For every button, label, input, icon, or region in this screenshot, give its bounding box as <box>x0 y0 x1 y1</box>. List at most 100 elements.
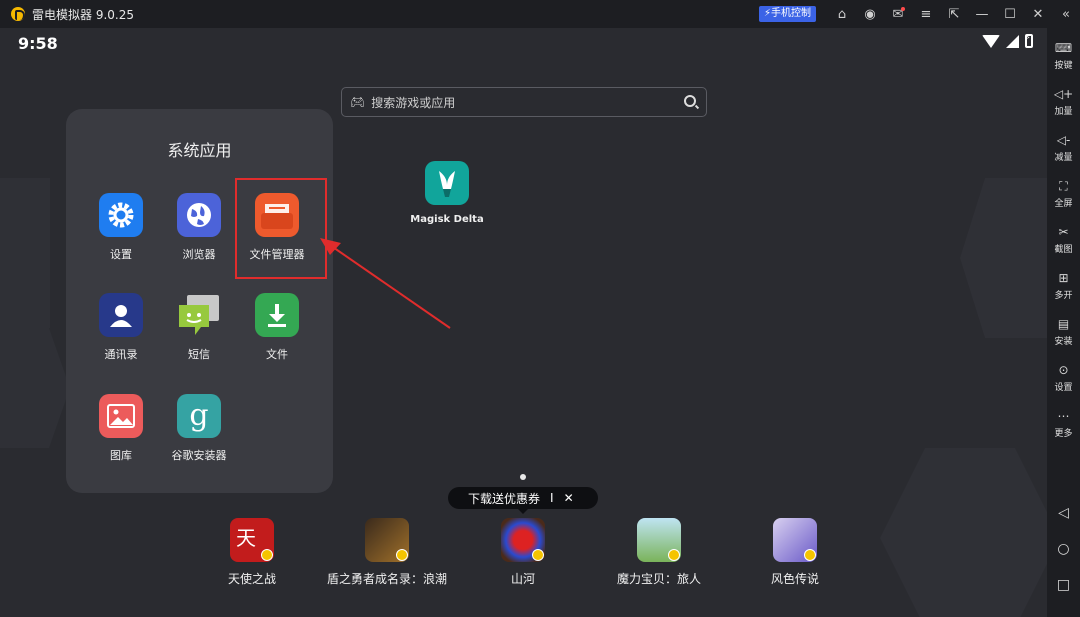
game-label: 天使之战 <box>227 572 276 586</box>
game-icon <box>501 518 545 562</box>
app-contacts[interactable]: 通讯录 <box>82 293 160 362</box>
badge-icon <box>668 549 680 561</box>
menu-icon[interactable]: ≡ <box>912 0 940 28</box>
app-label: Magisk Delta <box>410 214 484 225</box>
mail-icon[interactable]: ✉ <box>884 0 912 28</box>
toolbar-fullscreen[interactable]: ⛶ 全屏 <box>1047 178 1080 209</box>
volume-down-icon: ◁- <box>1056 133 1071 147</box>
download-icon <box>255 293 299 337</box>
promo-text: 下载送优惠券 <box>468 491 541 506</box>
title-bar-controls: ⚡手机控制 ⌂ ◉ ✉ ≡ ⇱ — ☐ ✕ « <box>758 0 1080 28</box>
app-settings[interactable]: 设置 <box>82 193 160 262</box>
volume-up-icon: ◁+ <box>1053 87 1074 101</box>
toolbar-install[interactable]: ▤ 安装 <box>1047 316 1080 347</box>
toolbar-label: 多开 <box>1054 291 1073 301</box>
app-messages[interactable]: 短信 <box>160 293 238 362</box>
game-icon <box>637 518 681 562</box>
toolbar-settings[interactable]: ⊙ 设置 <box>1047 362 1080 393</box>
toolbar-screenshot[interactable]: ✂ 截图 <box>1047 224 1080 255</box>
annotation-arrow <box>320 238 451 329</box>
signal-icon <box>1006 34 1019 48</box>
contact-icon <box>99 293 143 337</box>
maximize-icon[interactable]: ☐ <box>996 0 1024 28</box>
app-files[interactable]: 文件 <box>238 293 316 362</box>
keyboard-icon: ⌨ <box>1054 41 1073 55</box>
game-item[interactable]: 天 天使之战 <box>182 518 322 587</box>
home-icon[interactable]: ○ <box>1047 541 1080 557</box>
app-magisk-delta[interactable]: Magisk Delta <box>407 161 487 225</box>
close-icon[interactable]: ✕ <box>1024 0 1052 28</box>
game-item[interactable]: 风色传说 <box>725 518 865 587</box>
fullscreen-icon: ⛶ <box>1059 179 1068 193</box>
collapse-icon[interactable]: « <box>1052 0 1080 28</box>
wifi-icon <box>982 34 1000 48</box>
search-bar[interactable]: 🎮︎ 搜索游戏或应用 <box>341 87 707 117</box>
app-label: 文件 <box>266 348 288 361</box>
toolbar-volume-down[interactable]: ◁- 减量 <box>1047 132 1080 163</box>
multi-open-icon: ⊞ <box>1058 271 1069 285</box>
status-icons <box>982 33 1033 48</box>
game-item[interactable]: 山河 <box>453 518 593 587</box>
app-gallery[interactable]: 图库 <box>82 394 160 463</box>
toolbar-volume-up[interactable]: ◁+ 加量 <box>1047 86 1080 117</box>
badge-icon <box>532 549 544 561</box>
game-icon <box>773 518 817 562</box>
app-title: 雷电模拟器 9.0.25 <box>32 7 134 22</box>
background-shape <box>0 178 50 328</box>
toolbar-more[interactable]: ⋯ 更多 <box>1047 408 1080 439</box>
toolbar-label: 加量 <box>1054 107 1073 117</box>
scissors-icon: ✂ <box>1058 225 1069 239</box>
toolbar-label: 设置 <box>1054 383 1073 393</box>
user-icon[interactable]: ◉ <box>856 0 884 28</box>
promo-separator: I <box>550 491 554 505</box>
game-icon: 天 <box>230 518 274 562</box>
app-label: 图库 <box>110 449 132 462</box>
app-logo-icon <box>11 7 25 21</box>
folder-title: 系统应用 <box>167 141 232 160</box>
promo-banner[interactable]: 下载送优惠券 I ✕ <box>448 487 598 514</box>
app-browser[interactable]: 浏览器 <box>160 193 238 262</box>
promo-close-icon[interactable]: ✕ <box>564 491 574 505</box>
magisk-icon <box>425 161 469 205</box>
game-item[interactable]: 魔力宝贝：旅人 <box>589 518 729 587</box>
app-label: 通讯录 <box>104 348 138 361</box>
system-apps-folder: 系统应用 设置 浏览器 文件管理器 通讯录 短信 文件 图库 g 谷歌安装器 <box>66 109 333 493</box>
app-label: 浏览器 <box>182 248 216 261</box>
search-placeholder: 搜索游戏或应用 <box>371 95 456 110</box>
minimize-icon[interactable]: — <box>968 0 996 28</box>
app-label: 设置 <box>110 248 132 261</box>
status-time: 9:58 <box>18 34 58 53</box>
highlight-box <box>235 178 327 279</box>
phone-control-button[interactable]: ⚡手机控制 <box>758 6 816 22</box>
badge-icon <box>804 549 816 561</box>
gear-icon <box>99 193 143 237</box>
apk-icon: ▤ <box>1057 317 1070 331</box>
game-item[interactable]: 盾之勇者成名录：浪潮 <box>317 518 457 587</box>
back-icon[interactable]: ◁ <box>1047 505 1080 521</box>
badge-icon <box>396 549 408 561</box>
g-icon: g <box>177 394 221 438</box>
toolbar-multi-open[interactable]: ⊞ 多开 <box>1047 270 1080 301</box>
app-google-installer[interactable]: g 谷歌安装器 <box>160 394 238 463</box>
toolbar-keymap[interactable]: ⌨ 按键 <box>1047 40 1080 71</box>
game-label: 盾之勇者成名录：浪潮 <box>326 572 447 586</box>
more-icon: ⋯ <box>1057 409 1070 423</box>
toolbar-label: 全屏 <box>1054 199 1073 209</box>
game-icon <box>365 518 409 562</box>
page-indicator <box>520 474 526 480</box>
title-bar: 雷电模拟器 9.0.25 ⚡手机控制 ⌂ ◉ ✉ ≡ ⇱ — ☐ ✕ « <box>0 0 1080 28</box>
gamepad-icon[interactable]: ⌂ <box>828 0 856 28</box>
toolbar-label: 截图 <box>1054 245 1073 255</box>
badge-icon <box>261 549 273 561</box>
globe-icon <box>177 193 221 237</box>
android-screen: 9:58 🎮︎ 搜索游戏或应用 系统应用 设置 浏览器 文件管理 <box>0 28 1047 617</box>
exit-icon[interactable]: ⇱ <box>940 0 968 28</box>
recents-icon[interactable]: □ <box>1047 577 1080 593</box>
message-icon <box>177 293 221 337</box>
toolbar-label: 安装 <box>1054 337 1073 347</box>
background-shape <box>0 328 70 448</box>
background-shape <box>880 448 1047 617</box>
game-label: 魔力宝贝：旅人 <box>616 572 701 586</box>
search-icon[interactable] <box>684 95 696 107</box>
toolbar-label: 更多 <box>1054 429 1073 439</box>
